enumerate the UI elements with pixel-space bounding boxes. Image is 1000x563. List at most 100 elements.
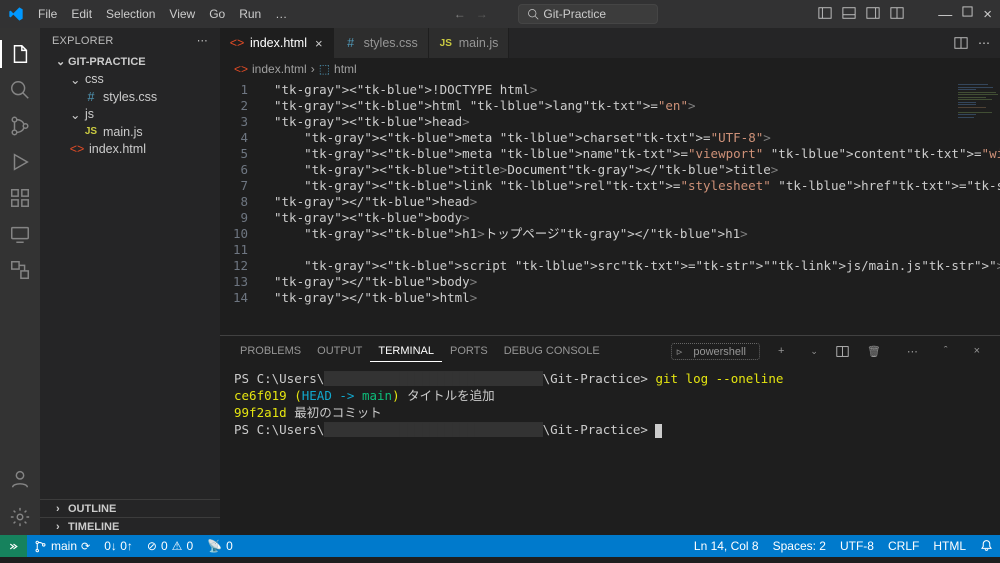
command-center-text: Git-Practice: [543, 7, 606, 21]
sidebar-project-header[interactable]: ⌄GIT-PRACTICE: [40, 53, 220, 70]
status-branch[interactable]: main⟳: [27, 535, 97, 557]
editor-tabs: <>index.html× #styles.css JSmain.js ⋯: [220, 28, 1000, 58]
breadcrumb[interactable]: <> index.html › ⬚ html: [220, 58, 1000, 80]
breadcrumb-node: html: [334, 62, 357, 76]
status-encoding[interactable]: UTF-8: [833, 539, 881, 553]
status-sync[interactable]: 0↓ 0↑: [97, 535, 140, 557]
port-count: 0: [226, 539, 233, 553]
statusbar: main⟳ 0↓ 0↑ ⊘0 ⚠0 📡0 Ln 14, Col 8 Spaces…: [0, 535, 1000, 557]
terminal-dropdown-icon[interactable]: ⌄: [802, 342, 826, 361]
new-terminal-icon[interactable]: +: [770, 341, 792, 361]
panel-tabs: PROBLEMS OUTPUT TERMINAL PORTS DEBUG CON…: [220, 336, 1000, 366]
tab-main-js[interactable]: JSmain.js: [429, 28, 510, 58]
panel-maximize-icon[interactable]: ˆ: [936, 341, 956, 361]
status-language[interactable]: HTML: [926, 539, 973, 553]
folder-label: css: [85, 72, 104, 86]
activity-run-icon[interactable]: [8, 150, 32, 174]
nav-forward-icon[interactable]: →: [476, 7, 488, 21]
status-eol[interactable]: CRLF: [881, 539, 926, 553]
window-close-icon[interactable]: ×: [983, 6, 992, 23]
file-index-html[interactable]: <>index.html: [40, 140, 220, 157]
section-label: TIMELINE: [68, 521, 119, 533]
js-file-icon: JS: [84, 126, 98, 137]
html-file-icon: <>: [230, 36, 244, 50]
branch-name: main: [51, 539, 77, 553]
activity-search-icon[interactable]: [8, 78, 32, 102]
layout-sidebar-right-icon[interactable]: [866, 6, 880, 20]
remote-indicator[interactable]: [0, 535, 27, 557]
terminal-cursor: [655, 424, 662, 438]
file-label: index.html: [89, 142, 146, 156]
minimap[interactable]: [958, 84, 998, 119]
split-editor-icon[interactable]: [954, 36, 968, 50]
kill-terminal-icon[interactable]: 🗑: [859, 341, 889, 362]
activity-remote-icon[interactable]: [8, 222, 32, 246]
file-styles-css[interactable]: #styles.css: [40, 88, 220, 105]
panel-more-icon[interactable]: ⋯: [899, 341, 926, 362]
activity-scm-icon[interactable]: [8, 114, 32, 138]
tab-styles-css[interactable]: #styles.css: [334, 28, 429, 58]
status-ports[interactable]: 📡0: [200, 535, 240, 557]
customize-layout-icon[interactable]: [890, 6, 904, 20]
menu-selection[interactable]: Selection: [100, 3, 161, 25]
menu-view[interactable]: View: [163, 3, 201, 25]
activity-extensions-icon[interactable]: [8, 186, 32, 210]
menu-run[interactable]: Run: [233, 3, 267, 25]
activity-explorer-icon[interactable]: [8, 42, 32, 66]
sidebar-more-icon[interactable]: ⋯: [197, 34, 208, 47]
file-label: main.js: [103, 125, 143, 139]
sidebar: EXPLORER ⋯ ⌄GIT-PRACTICE ⌄css #styles.cs…: [40, 28, 220, 535]
status-cursor-pos[interactable]: Ln 14, Col 8: [687, 539, 766, 553]
warning-count: 0: [186, 539, 193, 553]
css-file-icon: #: [84, 90, 98, 104]
term-hash: ce6f019: [234, 388, 287, 403]
code-content[interactable]: "tk-gray"><"tk-blue">!DOCTYPE html>"tk-g…: [274, 82, 950, 306]
term-obscured: █████████████████████████████: [324, 422, 542, 437]
tab-close-icon[interactable]: ×: [315, 36, 323, 51]
term-path: PS C:\Users\: [234, 422, 324, 437]
activity-settings-icon[interactable]: [8, 505, 32, 529]
menu-more[interactable]: …: [269, 3, 293, 25]
panel-tab-debug[interactable]: DEBUG CONSOLE: [496, 341, 608, 361]
timeline-section[interactable]: ›TIMELINE: [40, 517, 220, 535]
nav-back-icon[interactable]: ←: [454, 7, 466, 21]
layout-panel-icon[interactable]: [842, 6, 856, 20]
tab-more-icon[interactable]: ⋯: [978, 36, 990, 50]
project-name: GIT-PRACTICE: [68, 56, 146, 68]
search-icon: [527, 8, 539, 20]
panel: PROBLEMS OUTPUT TERMINAL PORTS DEBUG CON…: [220, 335, 1000, 535]
window-minimize-icon[interactable]: —: [938, 6, 952, 23]
terminal-content[interactable]: PS C:\Users\████████████████████████████…: [220, 366, 1000, 535]
window-maximize-icon[interactable]: [962, 6, 973, 17]
status-indent[interactable]: Spaces: 2: [766, 539, 833, 553]
menu-edit[interactable]: Edit: [65, 3, 98, 25]
menu-file[interactable]: File: [32, 3, 63, 25]
vscode-logo-icon: [8, 6, 24, 22]
panel-tab-terminal[interactable]: TERMINAL: [370, 341, 442, 362]
panel-close-icon[interactable]: ×: [966, 341, 988, 361]
status-problems[interactable]: ⊘0 ⚠0: [140, 535, 200, 557]
folder-js[interactable]: ⌄js: [40, 105, 220, 123]
folder-css[interactable]: ⌄css: [40, 70, 220, 88]
tab-label: main.js: [459, 36, 499, 50]
sync-count: 0↓ 0↑: [104, 539, 133, 553]
activitybar: [0, 28, 40, 535]
status-notifications-icon[interactable]: [973, 539, 1000, 552]
panel-tab-problems[interactable]: PROBLEMS: [232, 341, 309, 361]
sidebar-title: EXPLORER: [52, 35, 114, 47]
split-terminal-icon[interactable]: [836, 345, 849, 358]
menu-go[interactable]: Go: [203, 3, 231, 25]
terminal-shell-label[interactable]: ▹ powershell: [671, 343, 760, 360]
outline-section[interactable]: ›OUTLINE: [40, 499, 220, 517]
file-main-js[interactable]: JS main.js: [40, 123, 220, 140]
layout-sidebar-left-icon[interactable]: [818, 6, 832, 20]
tab-index-html[interactable]: <>index.html×: [220, 28, 334, 58]
activity-account-icon[interactable]: [8, 467, 32, 491]
term-msg: 最初のコミット: [294, 405, 382, 420]
activity-ports-icon[interactable]: [8, 258, 32, 282]
main: <>index.html× #styles.css JSmain.js ⋯ <>…: [220, 28, 1000, 535]
panel-tab-output[interactable]: OUTPUT: [309, 341, 370, 361]
editor[interactable]: 1234567891011121314 "tk-gray"><"tk-blue"…: [220, 80, 1000, 335]
panel-tab-ports[interactable]: PORTS: [442, 341, 496, 361]
command-center[interactable]: Git-Practice: [518, 4, 658, 24]
